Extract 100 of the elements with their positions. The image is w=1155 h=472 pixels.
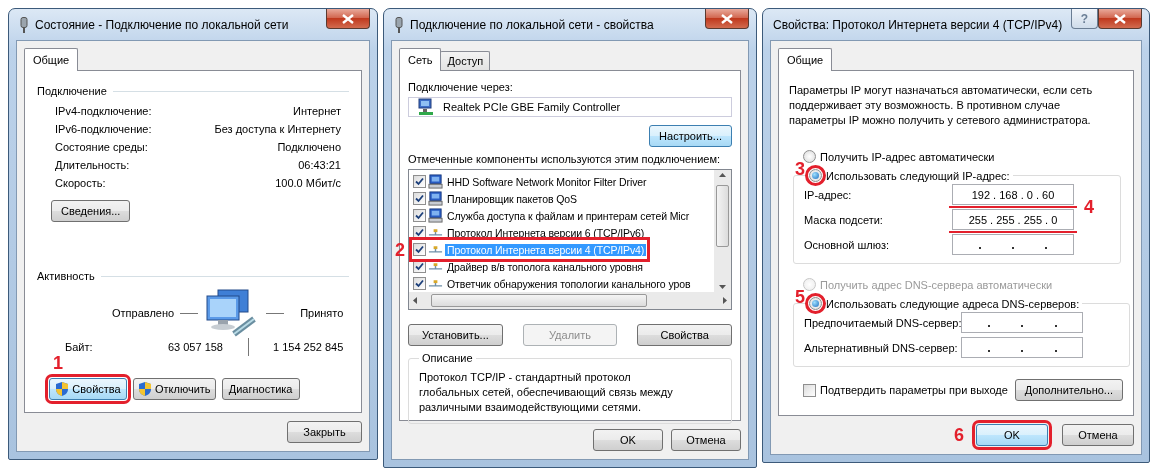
field-label: IPv4-подключение: [55,105,153,117]
component-label: Ответчик обнаружения топологии канального уров [446,277,692,290]
sent-label: Отправлено [112,307,175,319]
window-title: Подключение по локальной сети - свойства [410,17,655,32]
radio-button[interactable] [809,169,822,182]
ip-address-field[interactable] [961,337,1084,358]
field-value: Без доступа к Интернету [214,123,341,135]
step-number: 1 [53,354,63,372]
field-label: Предпочитаемый DNS-сервер: [804,316,962,329]
ip-address-field[interactable] [952,234,1074,255]
close-button[interactable] [1098,9,1142,29]
bytes-sent: 63 057 158 [166,341,223,353]
list-item[interactable]: Ответчик обнаружения топологии канального уров [413,275,693,292]
field-value: 100.0 Мбит/с [274,177,341,189]
component-label: Планировщик пакетов QoS [446,192,578,205]
checkbox[interactable] [413,192,426,205]
step-number: 2 [395,241,405,259]
configure-button[interactable]: Настроить... [649,125,732,147]
field-label: IPv6-подключение: [55,123,153,135]
action-button[interactable]: Установить... [408,324,503,346]
step-number: 3 [795,160,805,178]
radio-label: Использовать следующий IP-адрес: [826,169,1010,182]
bytes-received: 1 154 252 845 [273,341,344,353]
group-heading: Активность [37,270,95,282]
bytes-label: Байт: [64,341,94,353]
step-number: 6 [954,426,964,444]
close-dialog-button[interactable]: Закрыть [287,421,362,443]
received-label: Принято [300,307,344,319]
radio-button[interactable] [809,297,822,310]
close-button[interactable] [326,9,370,29]
dialog-button[interactable]: Отмена [671,429,741,451]
step-number: 5 [795,288,805,306]
component-label: Протокол Интернета версии 4 (TCP/IPv4) [445,243,647,256]
checkbox[interactable] [413,175,426,188]
advanced-button[interactable]: Дополнительно... [1014,379,1123,401]
list-item[interactable]: Планировщик пакетов QoS [413,190,579,207]
details-button[interactable]: Сведения... [51,200,131,222]
ip-address-field[interactable]: 255 . 255 . 255 . 0 [952,209,1074,230]
window-title: Состояние - Подключение по локальной сети [35,17,290,32]
action-button[interactable]: Диагностика [221,378,300,400]
field-label: Подключение через: [408,81,513,93]
scroll-arrow-icon [719,285,726,289]
step-number: 4 [1084,198,1094,216]
close-button[interactable] [705,9,749,29]
checkbox[interactable] [803,383,816,397]
network-adapter-icon [417,98,435,116]
list-item[interactable]: Протокол Интернета версии 6 (TCP/IPv6) [413,224,647,241]
field-label: Состояние среды: [55,141,149,153]
computer-icon [428,174,443,189]
action-button[interactable]: Отключить [133,378,216,400]
network-line-icon [428,261,443,272]
component-label: HHD Software Network Monitor Filter Driver [446,175,648,188]
action-button[interactable]: Свойства [637,324,732,346]
field-label: Альтернативный DNS-сервер: [804,341,959,354]
dialog-button[interactable]: Отмена [1062,424,1134,446]
field-label: Скорость: [55,177,107,189]
close-icon [342,13,354,24]
scroll-arrow-icon [719,173,726,177]
intro-text: Параметры IP могут назначаться автоматически, если сеть поддерживает эту возможность. В противном случае параметры IP можно получить у сетевого администратора. [789,83,1094,128]
adapter-name: Realtek PCIe GBE Family Controller [443,101,621,113]
checkbox[interactable] [413,277,426,290]
dialog-button[interactable]: OK [593,429,663,451]
tab[interactable]: Общие [778,48,833,71]
list-item[interactable]: HHD Software Network Monitor Filter Driver [413,173,649,190]
close-icon [1114,13,1126,24]
field-label: Маска подсети: [804,213,884,226]
ip-address-field[interactable] [961,312,1084,333]
tab[interactable]: Сеть [399,48,442,71]
list-item[interactable]: Драйвер в/в тополога канального уровня [413,258,645,275]
radio-label: Получить адрес DNS-сервера автоматически [820,278,1053,291]
scrollbar[interactable] [409,292,731,309]
connection-icon [19,16,29,33]
window-title: Свойства: Протокол Интернета версии 4 (TCP/IPv4) [773,17,1064,32]
checkbox[interactable] [413,209,426,222]
tab[interactable]: Общие [24,48,79,71]
radio-label: Использовать следующие адреса DNS-серверов: [826,297,1080,310]
field-label: IP-адрес: [804,188,853,201]
network-line-icon [428,278,443,289]
connection-icon [394,16,404,33]
component-label: Драйвер в/в тополога канального уровня [446,260,644,273]
tab[interactable]: Доступ [440,51,491,70]
list-item[interactable]: Служба доступа к файлам и принтерам сетей Micr [413,207,692,224]
field-label: Длительность: [55,159,131,171]
scroll-arrow-icon [413,297,417,304]
scrollbar[interactable] [714,170,731,292]
radio-label: Получить IP-адрес автоматически [820,150,995,163]
component-label: Служба доступа к файлам и принтерам сетей Micr [446,209,691,222]
field-value: Интернет [292,105,341,117]
group-heading: Подключение [37,85,107,97]
field-label: Отмеченные компоненты используются этим подключением: [408,153,721,165]
computer-icon [428,208,443,223]
field-value: 06:43:21 [297,159,341,171]
checkbox[interactable] [413,243,426,256]
scroll-arrow-icon [723,297,727,304]
network-line-icon [428,244,443,255]
field-value: Подключено [276,141,341,153]
group-heading: Описание [421,352,474,364]
ip-address-field[interactable]: 192 . 168 . 0 . 60 [952,184,1074,205]
component-label: Протокол Интернета версии 6 (TCP/IPv6) [446,226,646,239]
radio-button[interactable] [803,150,816,163]
